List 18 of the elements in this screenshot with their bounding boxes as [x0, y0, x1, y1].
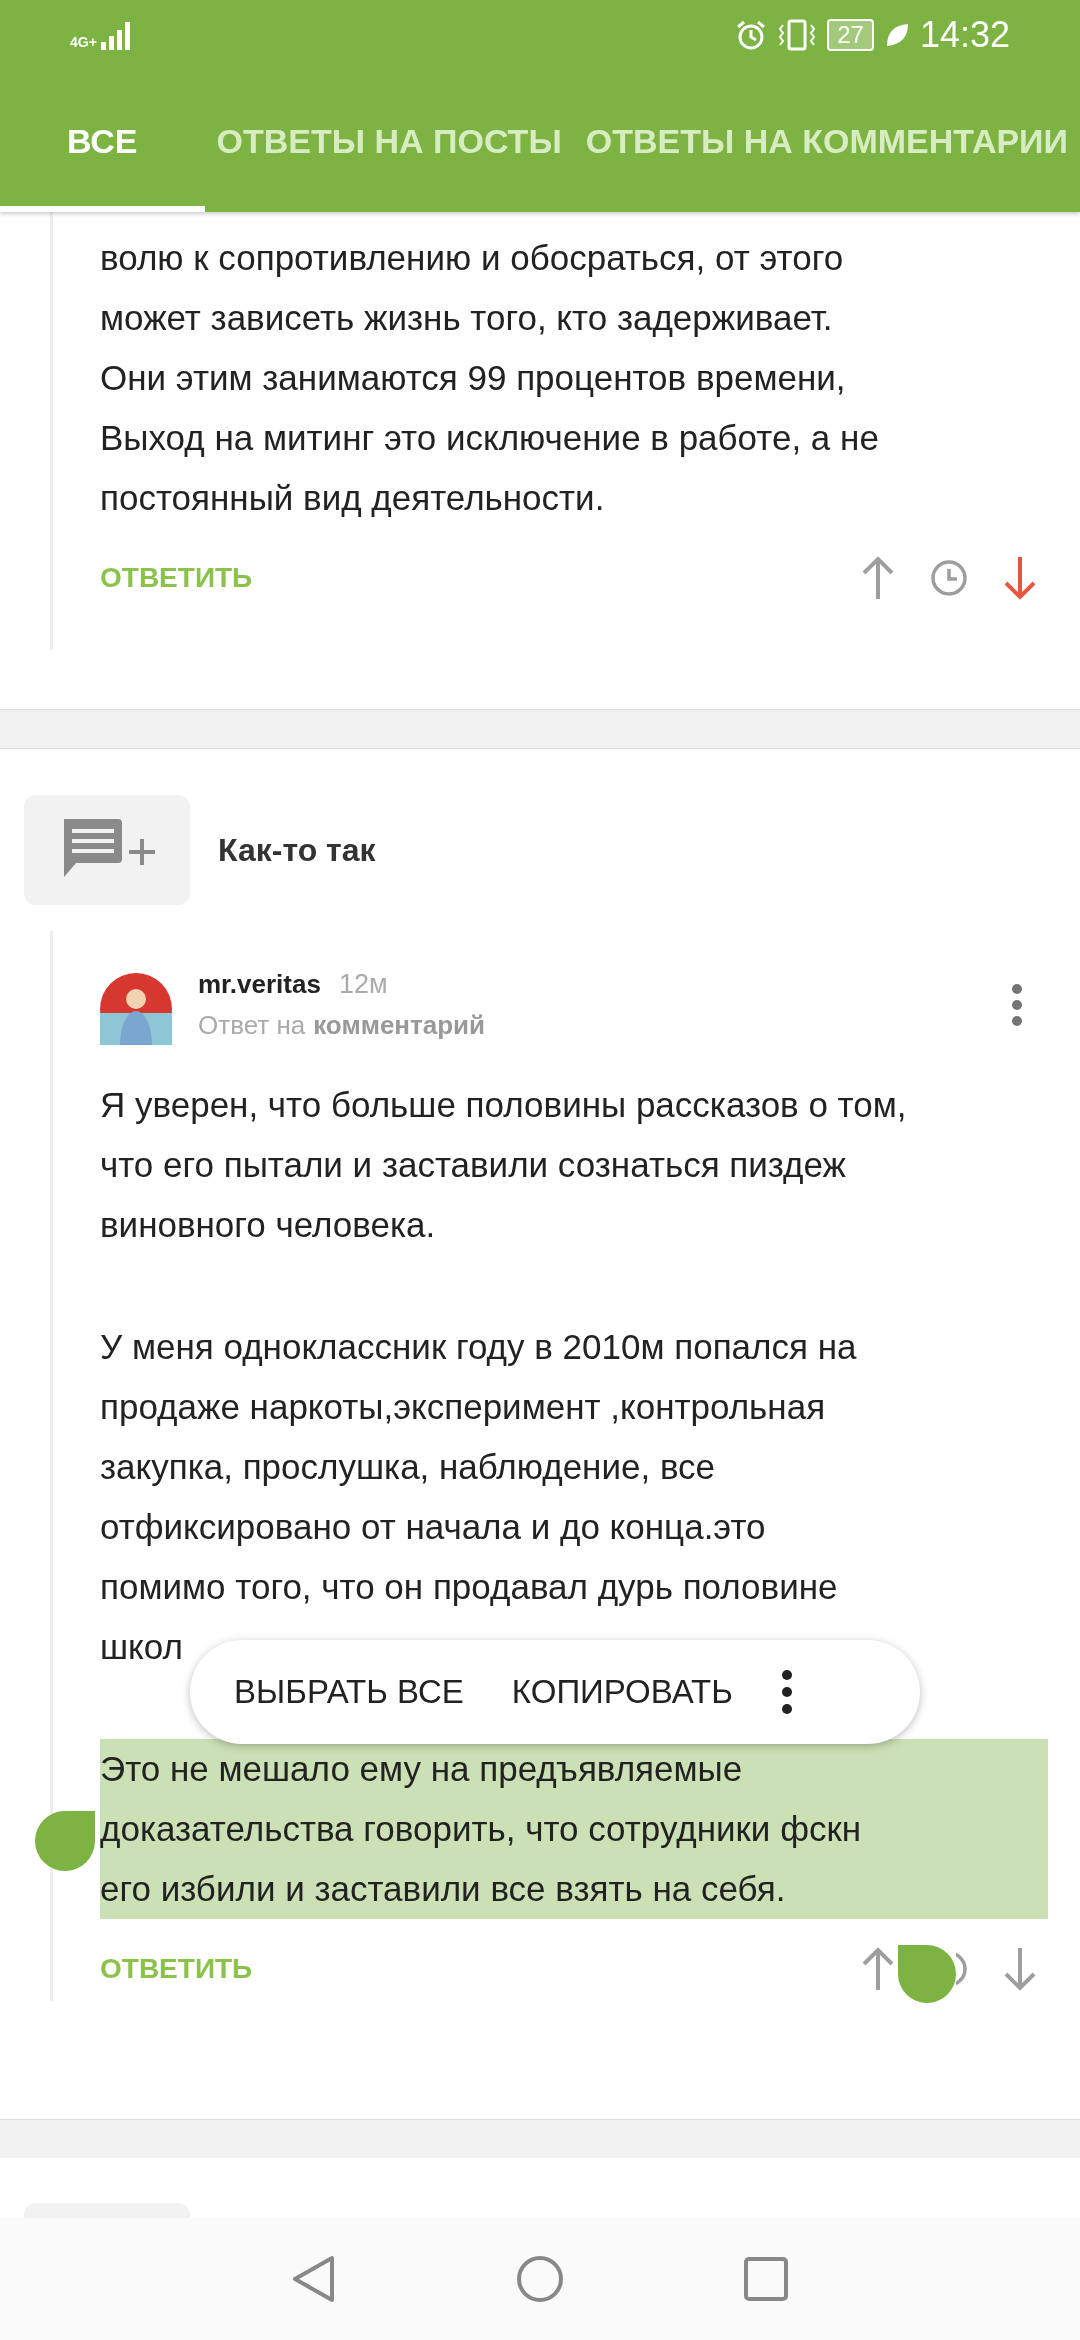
battery-indicator: 27: [827, 19, 874, 51]
comment-text: У меня одноклассник году в 2010м попался на продаже наркоты,эксперимент ,контрольная закупка, прослушка, наблюдение, все отфиксировано от начала и до конца.это помимо того, что он продавал дурь половине школ: [100, 1326, 858, 1668]
menu-item[interactable]: ВЫБРАТЬ ВСЕ: [234, 1673, 464, 1711]
reply-to-label: Ответ на: [198, 1010, 306, 1041]
comment-text: Это не мешало ему на предъявляемые доказательства говорить, что сотрудники фскн его избили и заставили все взять на себя.: [100, 1739, 1048, 1919]
tab[interactable]: ОТВЕТЫ НА ПОСТЫ: [204, 70, 574, 212]
reply-link[interactable]: ОТВЕТИТЬ: [100, 1953, 253, 1985]
reply-link[interactable]: ОТВЕТИТЬ: [100, 562, 253, 594]
network-label: 4G+: [70, 34, 97, 50]
comment-text: Я уверен, что больше половины рассказов о том, что его пытали и заставили сознаться пиздеж виновного человека.: [100, 1084, 908, 1246]
menu-item[interactable]: КОПИРОВАТЬ: [511, 1673, 733, 1711]
comment-time: 12м: [338, 969, 388, 1000]
parent-comment-link[interactable]: комментарий: [313, 1010, 486, 1041]
comment-text: волю к сопротивлению и обосраться, от этого может зависеть жизнь того, кто задерживает. Они этим занимаются 99 процентов времени, Выход на митинг это исключение в работе, а не постоянный вид деятельности.: [100, 237, 880, 519]
author-name[interactable]: mr.veritas: [198, 969, 321, 1000]
clock-time: 14:32: [919, 14, 1010, 56]
tab[interactable]: ОТВЕТЫ НА КОММЕНТАРИИ: [573, 70, 1080, 212]
story-title[interactable]: Как-то так: [218, 831, 376, 869]
